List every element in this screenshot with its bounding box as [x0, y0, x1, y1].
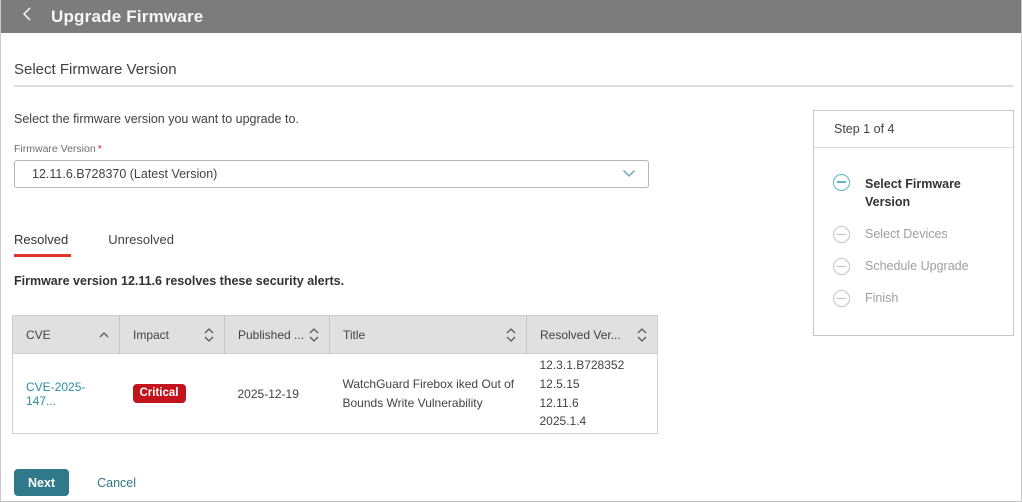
- table-header-row: CVE Impact Published ... Title Resolved …: [12, 315, 658, 354]
- step-item-finish: Finish: [833, 290, 1013, 308]
- back-button[interactable]: [13, 4, 39, 30]
- sort-ascending-icon[interactable]: [99, 331, 109, 338]
- col-header-resolved-version[interactable]: Resolved Ver...: [526, 315, 658, 354]
- firmware-version-label-text: Firmware Version: [14, 143, 96, 155]
- step-label: Select Devices: [865, 227, 948, 242]
- step-circle-dash-icon: [833, 226, 850, 244]
- chevron-left-icon: [21, 6, 32, 27]
- cve-table: CVE Impact Published ... Title Resolved …: [12, 315, 658, 434]
- table-row: CVE-2025-147... Critical 2025-12-19 Watc…: [12, 353, 658, 434]
- wizard-step-list: Select Firmware Version Select Devices S…: [814, 148, 1013, 308]
- step-circle-dash-icon: [833, 290, 850, 308]
- col-header-title[interactable]: Title: [329, 315, 527, 354]
- app-header: Upgrade Firmware: [1, 0, 1021, 33]
- wizard-panel: Step 1 of 4 Select Firmware Version Sele…: [813, 110, 1014, 336]
- sort-icon[interactable]: [637, 327, 647, 342]
- tab-resolved[interactable]: Resolved: [14, 232, 72, 257]
- col-header-published[interactable]: Published ...: [224, 315, 330, 354]
- col-header-cve[interactable]: CVE: [12, 315, 120, 354]
- resolved-version-line: 12.11.6: [539, 395, 579, 410]
- impact-cell: Critical: [119, 353, 225, 434]
- col-header-cve-label: CVE: [26, 327, 51, 342]
- upgrade-firmware-screen: Upgrade Firmware Select Firmware Version…: [0, 0, 1022, 502]
- firmware-version-select[interactable]: 12.11.6.B728370 (Latest Version): [14, 160, 649, 188]
- step-item-select-firmware-version: Select Firmware Version: [833, 174, 1013, 211]
- step-label: Select Firmware Version: [865, 177, 961, 210]
- col-header-impact[interactable]: Impact: [119, 315, 225, 354]
- section-divider: [14, 85, 1013, 87]
- published-cell: 2025-12-19: [224, 353, 330, 434]
- step-label: Schedule Upgrade: [865, 259, 969, 274]
- step-circle-dash-icon: [833, 258, 850, 276]
- resolved-version-line: 12.3.1.B728352: [539, 358, 625, 373]
- col-header-impact-label: Impact: [133, 327, 170, 342]
- tab-unresolved[interactable]: Unresolved: [108, 232, 174, 257]
- resolved-version-line: 2025.1.4: [539, 414, 587, 429]
- step-circle-dash-icon: [833, 174, 850, 191]
- firmware-version-value: 12.11.6.B728370 (Latest Version): [32, 167, 218, 181]
- cve-cell: CVE-2025-147...: [12, 353, 120, 434]
- cve-link[interactable]: CVE-2025-147...: [26, 380, 85, 408]
- resolved-versions-cell: 12.3.1.B728352 12.5.15 12.11.6 2025.1.4: [526, 353, 658, 434]
- col-header-title-label: Title: [343, 327, 366, 342]
- sort-icon[interactable]: [204, 327, 214, 342]
- step-item-schedule-upgrade: Schedule Upgrade: [833, 258, 1013, 276]
- col-header-resolved-version-label: Resolved Ver...: [540, 327, 621, 342]
- impact-critical-badge: Critical: [132, 384, 186, 403]
- title-cell: WatchGuard Firebox iked Out of Bounds Wr…: [329, 353, 527, 434]
- cancel-link[interactable]: Cancel: [97, 476, 136, 490]
- wizard-step-counter: Step 1 of 4: [814, 111, 1013, 148]
- next-button[interactable]: Next: [14, 469, 70, 496]
- footer-actions: Next Cancel: [14, 469, 1021, 496]
- page-title: Upgrade Firmware: [51, 6, 204, 26]
- step-item-select-devices: Select Devices: [833, 226, 1013, 244]
- step-label: Finish: [865, 291, 899, 306]
- required-asterisk: *: [97, 143, 102, 155]
- sort-icon[interactable]: [309, 327, 319, 342]
- resolved-version-line: 12.5.15: [539, 376, 580, 391]
- section-title: Select Firmware Version: [14, 61, 177, 78]
- sort-icon[interactable]: [506, 327, 516, 342]
- col-header-published-label: Published ...: [238, 327, 305, 342]
- chevron-down-icon: [622, 165, 636, 183]
